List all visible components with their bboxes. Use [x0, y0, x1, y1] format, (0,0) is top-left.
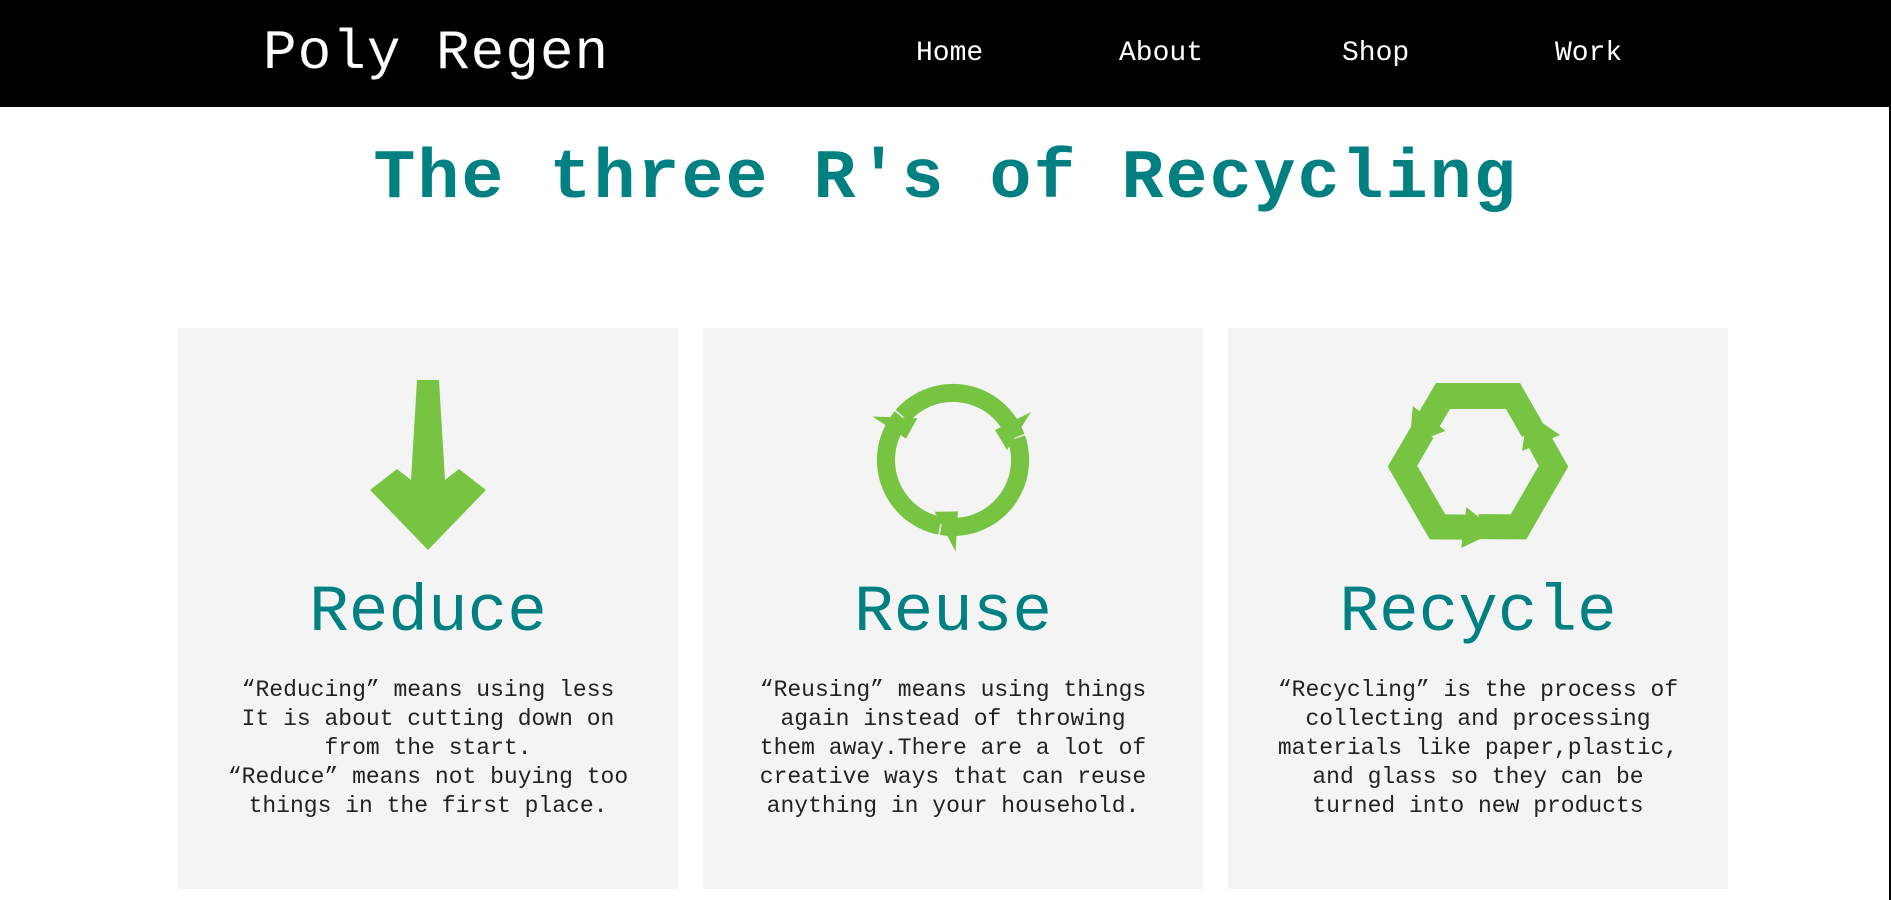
card-text-recycle: “Recycling” is the process of collecting…: [1277, 677, 1679, 819]
card-recycle: Recycle “Recycling” is the process of co…: [1228, 328, 1728, 889]
card-reuse: Reuse “Reusing” means using things again…: [703, 328, 1203, 889]
recycle-icon: [1228, 368, 1728, 553]
down-arrow-icon: [178, 368, 678, 553]
circular-arrows-icon: [703, 368, 1203, 553]
card-text-reuse: “Reusing” means using things again inste…: [759, 677, 1147, 819]
card-title-recycle: Recycle: [1339, 575, 1617, 650]
brand-logo[interactable]: Poly Regen: [263, 18, 609, 88]
page-title: The three R's of Recycling: [373, 140, 1518, 219]
page: Poly Regen Home About Shop Work The thre…: [0, 0, 1891, 900]
card-reduce: Reduce “Reducing” means using less It is…: [178, 328, 678, 889]
card-text-reduce: “Reducing” means using less It is about …: [227, 677, 629, 819]
nav-link-home[interactable]: Home: [916, 34, 983, 74]
nav-link-shop[interactable]: Shop: [1342, 34, 1409, 74]
card-title-reuse: Reuse: [853, 575, 1053, 650]
card-title-reduce: Reduce: [309, 575, 547, 650]
navbar: Poly Regen Home About Shop Work: [0, 0, 1891, 107]
nav-link-about[interactable]: About: [1119, 34, 1203, 74]
nav-link-work[interactable]: Work: [1555, 34, 1622, 74]
